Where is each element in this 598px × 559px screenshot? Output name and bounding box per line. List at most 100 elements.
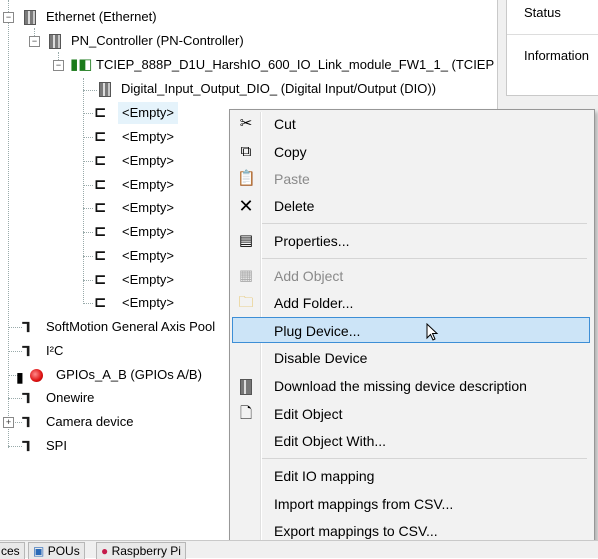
gpio-device-icon: ▮ (16, 369, 24, 385)
empty-slot-icon: ⊏ (94, 199, 107, 216)
menu-item-label: Add Object (274, 268, 344, 284)
menu-item-label: Paste (274, 171, 310, 187)
collapse-toggle[interactable]: − (29, 36, 40, 47)
tree-item-empty-slot[interactable]: ⊏ <Empty> (0, 174, 240, 196)
device-module-icon (99, 82, 111, 97)
tree-item-pn-controller[interactable]: − PN_Controller (PN-Controller) (0, 30, 300, 52)
tree-item-camera[interactable]: + ⅂ Camera device (0, 411, 200, 433)
menu-item-label: Edit Object With... (274, 433, 387, 449)
copy-icon: ⧉ (240, 143, 252, 160)
menu-item-plug-device[interactable]: Plug Device... (232, 317, 590, 343)
menu-item-add-object[interactable]: ▦ Add Object (232, 264, 590, 288)
menu-item-label: Delete (274, 198, 315, 214)
tree-item-label: GPIOs_A_B (GPIOs A/B) (56, 367, 202, 382)
status-label: Status (524, 5, 561, 20)
empty-slot-icon: ⊏ (94, 294, 107, 311)
tree-item-label: <Empty> (122, 248, 175, 263)
tree-item-softmotion[interactable]: ⅂ SoftMotion General Axis Pool (0, 316, 240, 338)
context-menu: ✂ Cut ⧉ Copy 📋 Paste ✕ Delete ▤ Properti… (229, 109, 595, 548)
mouse-cursor-icon (426, 322, 440, 341)
tree-item-digital-io[interactable]: Digital_Input_Output_DIO_ (Digital Input… (0, 78, 498, 100)
tree-item-label: <Empty> (122, 129, 175, 144)
tree-item-label: SPI (46, 438, 67, 453)
properties-icon: ▤ (238, 232, 254, 249)
tab-devices[interactable]: ces (0, 542, 25, 559)
tree-item-ethernet[interactable]: − Ethernet (Ethernet) (0, 6, 300, 28)
menu-item-label: Cut (274, 116, 296, 132)
axis-pool-icon: ⅂ (22, 319, 30, 335)
empty-slot-icon: ⊏ (94, 223, 107, 240)
menu-item-properties[interactable]: ▤ Properties... (232, 229, 590, 253)
menu-item-paste[interactable]: 📋 Paste (232, 167, 590, 191)
menu-separator (262, 258, 587, 259)
tree-item-tciep-module[interactable]: − ▮◧ TCIEP_888P_D1U_HarshIO_600_IO_Link_… (0, 54, 498, 76)
tree-item-label: <Empty> (122, 177, 175, 192)
menu-item-label: Edit Object (274, 406, 343, 422)
io-link-module-icon: ▮◧ (70, 56, 93, 73)
menu-item-label: Add Folder... (274, 295, 354, 311)
tree-item-empty-slot[interactable]: ⊏ <Empty> (0, 269, 240, 291)
menu-item-edit-object-with[interactable]: Edit Object With... (232, 429, 590, 453)
tree-item-label: <Empty> (122, 200, 175, 215)
bus-icon: ⅂ (22, 414, 30, 430)
tree-item-spi[interactable]: ⅂ SPI (0, 435, 200, 457)
menu-item-disable-device[interactable]: Disable Device (232, 346, 590, 370)
menu-item-label: Plug Device... (274, 323, 361, 339)
add-object-icon: ▦ (238, 267, 254, 284)
menu-item-edit-io-mapping[interactable]: Edit IO mapping (232, 464, 590, 488)
paste-icon: 📋 (237, 170, 256, 187)
device-module-icon (24, 10, 36, 25)
device-module-icon (237, 377, 255, 395)
tree-item-label: <Empty> (122, 272, 175, 287)
tree-item-empty-slot[interactable]: ⊏ <Empty> (0, 221, 240, 243)
scissors-icon: ✂ (239, 115, 253, 132)
tree-item-i2c[interactable]: ⅂ I²C (0, 340, 200, 362)
tree-item-empty-slot[interactable]: ⊏ <Empty> (0, 245, 240, 267)
collapse-toggle[interactable]: − (3, 12, 14, 23)
menu-item-label: Edit IO mapping (274, 468, 375, 484)
menu-item-copy[interactable]: ⧉ Copy (232, 140, 590, 164)
tree-item-label: TCIEP_888P_D1U_HarshIO_600_IO_Link_modul… (96, 57, 495, 72)
tree-item-gpios[interactable]: ▮ GPIOs_A_B (GPIOs A/B) (0, 364, 240, 386)
tree-item-empty-slot[interactable]: ⊏ <Empty> (0, 197, 240, 219)
menu-item-add-folder[interactable]: 🗀 Add Folder... (232, 291, 590, 315)
menu-item-import-mappings[interactable]: Import mappings from CSV... (232, 492, 590, 516)
menu-item-download-device-description[interactable]: Download the missing device description (232, 374, 590, 398)
menu-separator (262, 223, 587, 224)
tree-item-label: Ethernet (Ethernet) (46, 9, 157, 24)
tree-item-label: <Empty> (118, 102, 179, 124)
tab-pous[interactable]: ▣ POUs (28, 542, 85, 559)
bus-icon: ⅂ (22, 438, 30, 454)
pou-icon: ▣ (33, 544, 45, 558)
menu-item-cut[interactable]: ✂ Cut (232, 112, 590, 136)
tree-item-empty-slot[interactable]: ⊏ <Empty> (0, 102, 240, 124)
tree-item-empty-slot[interactable]: ⊏ <Empty> (0, 126, 240, 148)
tree-item-onewire[interactable]: ⅂ Onewire (0, 387, 200, 409)
empty-slot-icon: ⊏ (94, 128, 107, 145)
tree-item-label: Camera device (46, 414, 134, 429)
divider (507, 34, 598, 35)
empty-slot-icon: ⊏ (94, 247, 107, 264)
menu-separator (262, 458, 587, 459)
tree-item-label: Onewire (46, 390, 95, 405)
tab-label: Raspberry Pi (111, 544, 181, 558)
empty-slot-icon: ⊏ (94, 176, 107, 193)
menu-item-delete[interactable]: ✕ Delete (232, 194, 590, 218)
tab-label: POUs (47, 544, 80, 558)
menu-item-label: Download the missing device description (274, 378, 527, 394)
tree-item-label: SoftMotion General Axis Pool (46, 319, 216, 334)
delete-x-icon: ✕ (238, 196, 254, 216)
expand-toggle[interactable]: + (3, 417, 14, 428)
tree-item-empty-slot[interactable]: ⊏ <Empty> (0, 150, 240, 172)
tree-item-label: <Empty> (122, 153, 175, 168)
menu-item-label: Properties... (274, 233, 350, 249)
tab-raspberry-pi[interactable]: ● Raspberry Pi (96, 542, 186, 559)
empty-slot-icon: ⊏ (94, 104, 107, 121)
tree-item-label: Digital_Input_Output_DIO_ (Digital Input… (121, 81, 437, 96)
status-box: Status Information (506, 0, 598, 96)
menu-item-edit-object[interactable]: 🗋 Edit Object (232, 402, 590, 426)
collapse-toggle[interactable]: − (53, 60, 64, 71)
tree-item-empty-slot[interactable]: ⊏ <Empty> (0, 292, 240, 314)
bus-icon: ⅂ (22, 343, 30, 359)
device-module-icon (49, 34, 61, 49)
